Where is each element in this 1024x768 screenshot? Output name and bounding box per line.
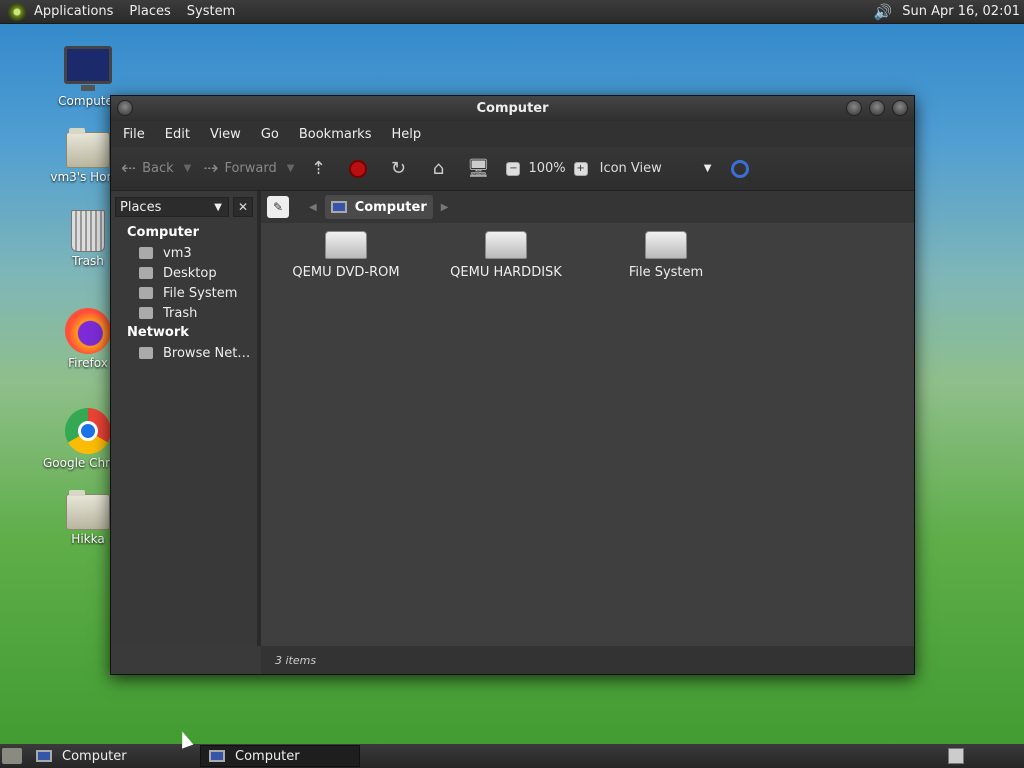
up-icon[interactable]: ⇡	[306, 157, 330, 181]
reload-icon[interactable]: ↻	[386, 157, 410, 181]
computer-icon	[64, 46, 112, 91]
status-text: 3 items	[275, 653, 317, 667]
chevron-down-icon: ▼	[214, 201, 222, 213]
computer-icon[interactable]: 🖥	[466, 157, 490, 181]
menubar: File Edit View Go Bookmarks Help	[111, 121, 914, 147]
zoom-out-button[interactable]: −	[506, 161, 521, 176]
status-bar: 3 items	[261, 646, 914, 674]
home-folder-icon	[139, 247, 153, 259]
forward-button[interactable]: ⇢ Forward ▼	[203, 158, 294, 179]
sidebar-close-icon[interactable]: ✕	[233, 197, 253, 217]
menu-go[interactable]: Go	[261, 127, 279, 142]
pathbar: ✎ ◀ Computer ▶	[261, 191, 914, 223]
zoom-in-button[interactable]: +	[573, 161, 588, 176]
top-panel: Applications Places System 🔊 Sun Apr 16,…	[0, 0, 1024, 24]
sidebar-selector[interactable]: Places ▼	[115, 197, 229, 217]
file-item-dvd-rom[interactable]: QEMU DVD-ROM	[271, 231, 421, 280]
menu-file[interactable]: File	[123, 127, 145, 142]
volume-icon[interactable]: 🔊	[874, 3, 893, 21]
trash-icon	[139, 307, 153, 319]
stop-button[interactable]	[346, 157, 370, 181]
harddisk-icon	[645, 231, 687, 259]
menu-system[interactable]: System	[187, 4, 235, 19]
sidebar: Places ▼ ✕ Computer vm3 Desktop File Sys…	[111, 191, 261, 646]
path-button-computer[interactable]: Computer	[324, 195, 433, 219]
view-mode-dropdown-icon: ▼	[703, 163, 712, 174]
home-icon[interactable]: ⌂	[426, 157, 450, 181]
back-button[interactable]: ⇠ Back ▼	[121, 158, 191, 179]
stop-icon	[349, 159, 368, 178]
taskbar-item-computer-1[interactable]: Computer	[28, 745, 188, 767]
close-icon[interactable]	[892, 100, 908, 116]
search-icon[interactable]	[731, 159, 750, 178]
menu-places[interactable]: Places	[129, 4, 170, 19]
menu-bookmarks[interactable]: Bookmarks	[299, 127, 372, 142]
forward-history-dropdown[interactable]: ▼	[287, 163, 295, 174]
trash-icon	[71, 210, 105, 252]
harddisk-icon	[485, 231, 527, 259]
file-item-file-system[interactable]: File System	[591, 231, 741, 280]
menu-view[interactable]: View	[210, 127, 241, 142]
file-manager-window: Computer File Edit View Go Bookmarks Hel…	[110, 95, 915, 675]
window-title: Computer	[476, 101, 549, 116]
forward-arrow-icon: ⇢	[203, 158, 219, 179]
toolbar: ⇠ Back ▼ ⇢ Forward ▼ ⇡ ↻ ⌂ 🖥 − 100% + Ic…	[111, 147, 914, 191]
content-area[interactable]: ✎ ◀ Computer ▶ QEMU DVD-ROM QEMU HARDDIS…	[261, 191, 914, 674]
window-titlebar[interactable]: Computer	[111, 96, 914, 121]
minimize-icon[interactable]	[846, 100, 862, 116]
path-left-arrow-icon[interactable]: ◀	[309, 202, 317, 213]
network-icon	[139, 347, 153, 359]
file-item-harddisk[interactable]: QEMU HARDDISK	[431, 231, 581, 280]
firefox-icon	[65, 308, 111, 354]
menu-applications[interactable]: Applications	[34, 4, 113, 19]
path-right-arrow-icon[interactable]: ▶	[441, 202, 449, 213]
taskbar-item-computer-2[interactable]: Computer	[200, 745, 360, 767]
computer-icon	[209, 750, 225, 762]
chrome-icon	[65, 408, 111, 454]
maximize-icon[interactable]	[869, 100, 885, 116]
folder-icon	[66, 490, 110, 530]
sidebar-section-network: Network	[127, 325, 189, 340]
back-arrow-icon: ⇠	[121, 158, 137, 179]
sidebar-section-computer: Computer	[127, 225, 200, 240]
menu-help[interactable]: Help	[391, 127, 421, 142]
computer-icon	[36, 750, 52, 762]
clock[interactable]: Sun Apr 16, 02:01	[902, 4, 1020, 19]
workspace-switcher[interactable]	[948, 748, 964, 764]
back-history-dropdown[interactable]: ▼	[184, 163, 192, 174]
menu-edit[interactable]: Edit	[165, 127, 190, 142]
menu-logo-icon[interactable]	[8, 2, 26, 21]
sidebar-item-trash[interactable]: Trash	[111, 303, 257, 323]
zoom-level: 100%	[528, 161, 566, 176]
drive-icon	[139, 287, 153, 299]
view-mode-select[interactable]: Icon View ▼	[600, 161, 712, 176]
sidebar-item-desktop[interactable]: Desktop	[111, 263, 257, 283]
show-desktop-icon[interactable]	[2, 748, 22, 764]
desktop-folder-icon	[139, 267, 153, 279]
sidebar-item-browse-network[interactable]: Browse Net…	[111, 343, 257, 363]
home-folder-icon	[66, 128, 110, 168]
window-menu-icon[interactable]	[117, 100, 133, 116]
sidebar-item-vm3[interactable]: vm3	[111, 243, 257, 263]
sidebar-item-file-system[interactable]: File System	[111, 283, 257, 303]
computer-icon	[330, 201, 347, 213]
file-grid: QEMU DVD-ROM QEMU HARDDISK File System	[261, 231, 914, 611]
bottom-panel: Computer Computer	[0, 744, 1024, 768]
optical-drive-icon	[325, 231, 367, 259]
edit-location-icon[interactable]: ✎	[267, 196, 289, 218]
